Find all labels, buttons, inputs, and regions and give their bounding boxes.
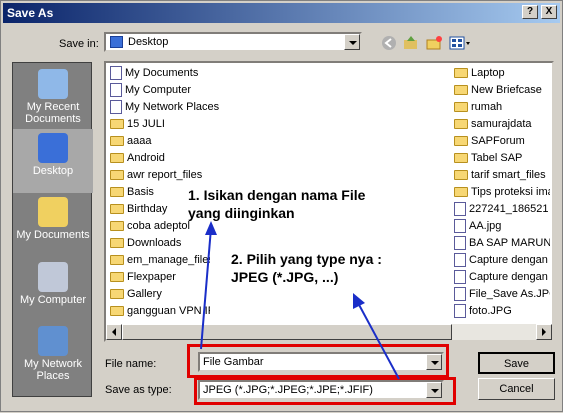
save-as-dialog: Save As ? X Save in: Desktop My Recent D… [0, 0, 563, 412]
annotation-step2: 2. Pilih yang type nya : JPEG (*.JPG, ..… [231, 251, 382, 285]
annotation-step1: 1. Isikan dengan nama File yang diingink… [188, 187, 366, 221]
